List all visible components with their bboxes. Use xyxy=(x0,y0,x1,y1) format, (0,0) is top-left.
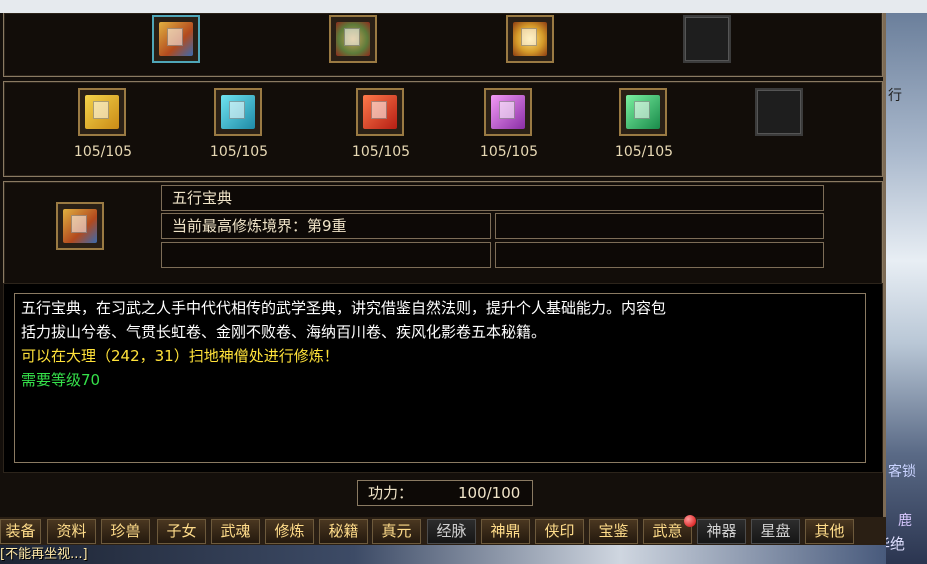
top-slot-row xyxy=(3,13,883,77)
book-slot-green[interactable] xyxy=(619,88,667,136)
scene-label-c: 鹿 xyxy=(898,513,912,529)
book-slot-row: 105/105 105/105 105/105 105/105 105/105 xyxy=(3,81,883,177)
location-hint: 可以在大理（242，31）扫地神僧处进行修炼！ xyxy=(21,347,339,365)
description-box: 五行宝典，在习武之人手中代代相传的武学圣典，讲究借鉴自然法则，提升个人基础能力。… xyxy=(14,293,866,463)
top-slot-empty[interactable] xyxy=(683,15,731,63)
book-slot-empty[interactable] xyxy=(755,88,803,136)
window-top-strip xyxy=(0,0,927,14)
book-slot-yellow[interactable] xyxy=(78,88,126,136)
game-world-background: 行 客锁 鹿 风华绝 xyxy=(860,13,927,564)
power-value: 100/100 xyxy=(458,484,521,502)
scene-label-a: 行 xyxy=(888,88,902,104)
info-field-empty-2 xyxy=(161,242,491,268)
bottom-game-strip xyxy=(0,545,886,564)
notification-dot-icon xyxy=(684,515,696,527)
purple-book-icon xyxy=(491,95,525,129)
top-slot-1[interactable] xyxy=(152,15,200,63)
level-requirement: 需要等级70 xyxy=(21,371,101,389)
book-slot-red[interactable] xyxy=(356,88,404,136)
tab-other[interactable]: 其他 xyxy=(805,519,854,544)
top-slot-3[interactable] xyxy=(506,15,554,63)
scroll-bundle-icon xyxy=(336,22,370,56)
tab-pets[interactable]: 珍兽 xyxy=(101,519,150,544)
tab-hero-seal[interactable]: 侠印 xyxy=(535,519,584,544)
selected-item-slot[interactable] xyxy=(56,202,104,250)
info-field-empty-1 xyxy=(495,213,824,239)
tab-treasure-mirror[interactable]: 宝鉴 xyxy=(589,519,638,544)
red-book-icon xyxy=(363,95,397,129)
realm-field: 当前最高修炼境界：第9重 xyxy=(161,213,491,239)
power-field: 功力： 100/100 xyxy=(357,480,533,506)
tab-equipment[interactable]: 装备 xyxy=(0,519,41,544)
power-label: 功力： xyxy=(368,484,414,502)
five-elements-book-icon xyxy=(63,209,97,243)
tab-true-essence[interactable]: 真元 xyxy=(372,519,421,544)
cyan-book-icon xyxy=(221,95,255,129)
item-name-field: 五行宝典 xyxy=(161,185,824,211)
yellow-book-icon xyxy=(85,95,119,129)
book-count-green: 105/105 xyxy=(614,144,674,160)
tab-martial-soul[interactable]: 武魂 xyxy=(211,519,260,544)
top-slot-2[interactable] xyxy=(329,15,377,63)
tab-meridians[interactable]: 经脉 xyxy=(427,519,476,544)
tab-divine-cauldron[interactable]: 神鼎 xyxy=(481,519,530,544)
info-area: 五行宝典 当前最高修炼境界：第9重 xyxy=(3,181,883,291)
scene-label-b: 客锁 xyxy=(888,464,916,480)
golden-chest-icon xyxy=(513,22,547,56)
chat-message: [不能再坐视...] xyxy=(0,547,88,562)
tab-children[interactable]: 子女 xyxy=(157,519,206,544)
tab-profile[interactable]: 资料 xyxy=(47,519,96,544)
book-count-cyan: 105/105 xyxy=(209,144,269,160)
description-line-1: 五行宝典，在习武之人手中代代相传的武学圣典，讲究借鉴自然法则，提升个人基础能力。… xyxy=(21,299,667,317)
green-book-icon xyxy=(626,95,660,129)
book-count-red: 105/105 xyxy=(351,144,411,160)
info-field-empty-3 xyxy=(495,242,824,268)
tab-bar: 装备 资料 珍兽 子女 武魂 修炼 秘籍 真元 经脉 神鼎 侠印 宝鉴 武意 神… xyxy=(0,517,886,545)
five-elements-book-icon xyxy=(159,22,193,56)
book-slot-cyan[interactable] xyxy=(214,88,262,136)
book-slot-purple[interactable] xyxy=(484,88,532,136)
tab-cultivation[interactable]: 修炼 xyxy=(265,519,314,544)
book-count-purple: 105/105 xyxy=(479,144,539,160)
book-count-yellow: 105/105 xyxy=(73,144,133,160)
tab-star-disk[interactable]: 星盘 xyxy=(751,519,800,544)
tab-divine-weapon[interactable]: 神器 xyxy=(697,519,746,544)
tab-secret-books[interactable]: 秘籍 xyxy=(319,519,368,544)
description-line-2: 括力拔山兮卷、气贯长虹卷、金刚不败卷、海纳百川卷、疾风化影卷五本秘籍。 xyxy=(21,323,547,341)
